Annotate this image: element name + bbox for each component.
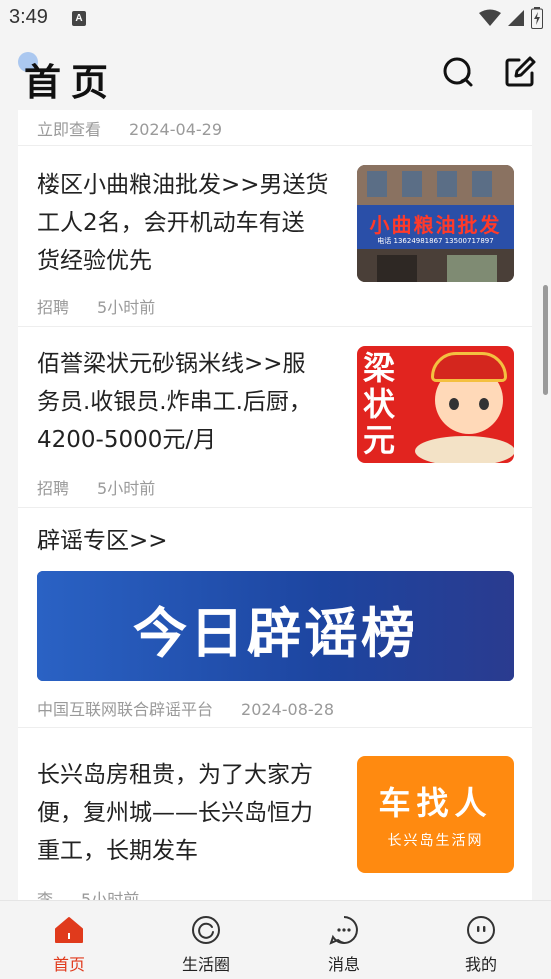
- scrollbar[interactable]: [543, 285, 548, 395]
- item-meta: 招聘 5小时前: [37, 475, 155, 499]
- list-item[interactable]: 立即查看 2024-04-29: [18, 110, 532, 146]
- item-meta: 立即查看 2024-04-29: [37, 116, 222, 140]
- circle-icon: [192, 916, 220, 944]
- tab-profile[interactable]: 我的: [441, 915, 521, 975]
- item-time: 5小时前: [97, 479, 156, 498]
- item-tag: 招聘: [37, 298, 70, 317]
- item-tag: 招聘: [37, 479, 70, 498]
- tab-messages[interactable]: 消息: [304, 915, 384, 975]
- list-item[interactable]: 长兴岛房租贵，为了大家方 便，复州城——长兴岛恒力 重工，长期发车 车找人 长兴…: [18, 728, 532, 900]
- rumor-banner[interactable]: 今日辟谣榜: [37, 571, 514, 681]
- item-date: 2024-08-28: [241, 700, 334, 719]
- item-source: 立即查看: [37, 120, 102, 139]
- home-icon: [55, 917, 83, 943]
- item-title: 佰誉梁状元砂锅米线>>服 务员.收银员.炸串工.后厨， 4200-5000元/月: [37, 351, 312, 453]
- item-title: 辟谣专区>>: [37, 528, 168, 554]
- tab-label: 生活圈: [181, 955, 230, 974]
- app-header: 首页: [0, 38, 551, 110]
- accessibility-icon: A: [72, 11, 86, 26]
- item-title: 长兴岛房租贵，为了大家方 便，复州城——长兴岛恒力 重工，长期发车: [37, 762, 313, 864]
- item-meta: 李 5小时前: [37, 886, 139, 900]
- page-title: 首页: [24, 61, 118, 104]
- item-tag: 李: [37, 890, 54, 900]
- message-icon: [329, 916, 358, 945]
- status-time: 3:49: [9, 6, 48, 28]
- item-source: 中国互联网联合辟谣平台: [37, 700, 214, 719]
- item-date: 2024-04-29: [129, 120, 222, 139]
- article-thumbnail: 车找人 长兴岛生活网: [357, 756, 514, 873]
- item-time: 5小时前: [81, 890, 140, 900]
- profile-icon: [467, 916, 495, 944]
- search-icon[interactable]: [441, 55, 475, 89]
- tab-label: 我的: [464, 955, 497, 974]
- tab-label: 消息: [327, 955, 360, 974]
- tab-label: 首页: [52, 955, 85, 974]
- compose-icon[interactable]: [503, 55, 537, 89]
- battery-icon: [531, 7, 543, 29]
- status-icons: [479, 7, 543, 29]
- list-item[interactable]: 佰誉梁状元砂锅米线>>服 务员.收银员.炸串工.后厨， 4200-5000元/月…: [18, 327, 532, 508]
- item-time: 5小时前: [97, 298, 156, 317]
- tab-home[interactable]: 首页: [29, 915, 109, 975]
- article-thumbnail: 梁状元: [357, 346, 514, 463]
- feed-list[interactable]: 立即查看 2024-04-29 楼区小曲粮油批发>>男送货 工人2名，会开机动车有…: [18, 110, 532, 900]
- signal-icon: [508, 10, 524, 26]
- banner-text: 今日辟谣榜: [133, 602, 418, 665]
- item-meta: 招聘 5小时前: [37, 294, 155, 318]
- list-item[interactable]: 辟谣专区>> 今日辟谣榜 中国互联网联合辟谣平台 2024-08-28: [18, 508, 532, 728]
- item-meta: 中国互联网联合辟谣平台 2024-08-28: [37, 696, 334, 720]
- list-item[interactable]: 楼区小曲粮油批发>>男送货 工人2名，会开机动车有送 货经验优先 小曲粮油批发 …: [18, 146, 532, 327]
- item-title: 楼区小曲粮油批发>>男送货 工人2名，会开机动车有送 货经验优先: [37, 172, 329, 274]
- status-bar: 3:49 A: [0, 0, 551, 38]
- bottom-tab-bar: 首页 生活圈 消息 我的: [0, 900, 551, 979]
- wifi-icon: [479, 9, 501, 26]
- tab-life-circle[interactable]: 生活圈: [166, 915, 246, 975]
- article-thumbnail: 小曲粮油批发 电话 13624981867 13500717897: [357, 165, 514, 282]
